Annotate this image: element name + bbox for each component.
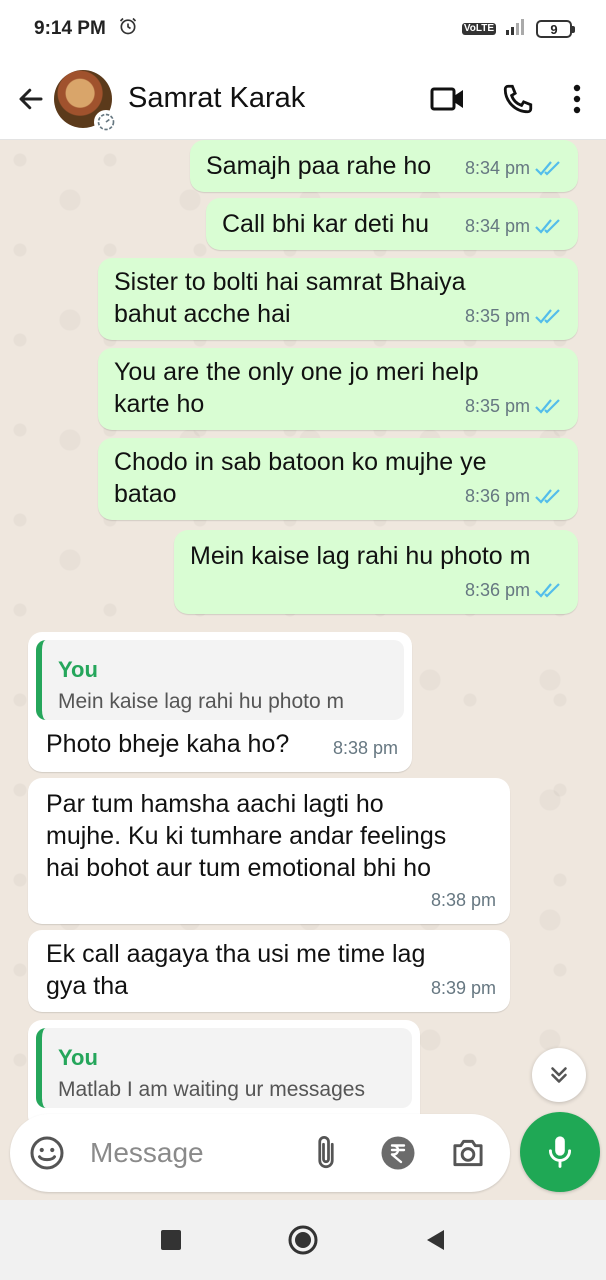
message-bubble-incoming[interactable]: You Matlab I am waiting ur messages (28, 1020, 420, 1120)
message-text: Samajh paa rahe ho (206, 152, 432, 180)
message-bubble-incoming[interactable]: Par tum hamsha aachi lagti ho mujhe. Ku … (28, 778, 510, 924)
quoted-author: You (58, 657, 98, 682)
voice-call-button[interactable] (492, 73, 544, 125)
scroll-to-bottom-button[interactable] (532, 1048, 586, 1102)
message-text: Mein kaise lag rahi hu photo m (190, 542, 531, 570)
message-text: mujhe. Ku ki tumhare andar feelings (46, 822, 447, 850)
rupee-icon (381, 1136, 415, 1170)
microphone-icon (548, 1136, 572, 1168)
quoted-text: Matlab I am waiting ur messages (58, 1078, 365, 1101)
back-button[interactable] (8, 76, 54, 122)
home-button[interactable] (283, 1220, 323, 1260)
back-nav-button[interactable] (415, 1220, 455, 1260)
battery-icon: 9 (536, 20, 575, 38)
camera-button[interactable] (446, 1131, 490, 1175)
double-check-icon (535, 219, 560, 234)
double-chevron-down-icon (551, 1067, 567, 1083)
message-time: 8:35 pm (464, 396, 530, 416)
recents-button[interactable] (151, 1220, 191, 1260)
message-bubble-outgoing[interactable]: Sister to bolti hai samrat Bhaiya bahut … (98, 258, 578, 340)
quoted-author: You (58, 1045, 98, 1070)
message-text: Call bhi kar deti hu (222, 210, 430, 238)
double-check-icon (535, 583, 560, 598)
message-text: Par tum hamsha aachi lagti ho (46, 790, 384, 818)
signal-icon (504, 17, 528, 41)
message-bubble-outgoing[interactable]: Chodo in sab batoon ko mujhe ye batao 8:… (98, 438, 578, 520)
status-time: 9:14 PM (34, 18, 106, 39)
double-check-icon (535, 309, 560, 324)
phone-icon (503, 84, 533, 113)
avatar[interactable] (54, 69, 118, 134)
message-compose-bar (10, 1114, 510, 1192)
contact-name[interactable]: Samrat Karak (128, 82, 422, 115)
system-nav-bar (0, 1200, 606, 1280)
kebab-menu-icon (573, 84, 581, 113)
paperclip-icon (318, 1136, 334, 1169)
message-bubble-outgoing[interactable]: You are the only one jo meri help karte … (98, 348, 578, 430)
triangle-back-icon (427, 1230, 444, 1250)
square-icon (161, 1230, 181, 1250)
double-check-icon (535, 161, 560, 176)
voice-record-button[interactable] (520, 1112, 600, 1192)
message-text: Sister to bolti hai samrat Bhaiya (114, 268, 466, 296)
message-bubble-outgoing[interactable]: Call bhi kar deti hu 8:34 pm (206, 198, 578, 250)
message-text: You are the only one jo meri help (114, 358, 479, 386)
emoji-button[interactable] (26, 1132, 68, 1174)
payment-button[interactable] (376, 1131, 420, 1175)
status-badge (94, 109, 118, 134)
quoted-message[interactable]: You Mein kaise lag rahi hu photo m (36, 640, 404, 720)
more-options-button[interactable] (562, 73, 592, 125)
message-time: 8:38 pm (332, 738, 398, 758)
quoted-message[interactable]: You Matlab I am waiting ur messages (36, 1028, 412, 1108)
battery-level: 9 (550, 21, 558, 37)
message-time: 8:36 pm (464, 580, 530, 600)
video-call-button[interactable] (422, 73, 474, 125)
message-text: hai bohot aur tum emotional bhi ho (46, 854, 431, 882)
double-check-icon (535, 399, 560, 414)
double-check-icon (535, 489, 560, 504)
message-text: gya tha (46, 972, 129, 1000)
arrow-left-icon (19, 88, 43, 109)
message-bubble-incoming[interactable]: You Mein kaise lag rahi hu photo m Photo… (28, 632, 412, 772)
message-text: Ek call aagaya tha usi me time lag (46, 940, 426, 968)
emoji-icon (30, 1136, 64, 1170)
message-text: Photo bheje kaha ho? (46, 730, 290, 758)
message-time: 8:34 pm (464, 158, 530, 178)
message-time: 8:38 pm (430, 890, 496, 910)
message-bubble-incoming[interactable]: Ek call aagaya tha usi me time lag gya t… (28, 930, 510, 1012)
volte-indicator: VoLTE (461, 23, 496, 35)
message-input[interactable] (90, 1137, 290, 1169)
attach-button[interactable] (304, 1131, 348, 1175)
chat-area[interactable]: Samajh paa rahe ho 8:34 pm Call bhi kar … (0, 140, 606, 1120)
message-bubble-outgoing[interactable]: Mein kaise lag rahi hu photo m 8:36 pm (174, 530, 578, 614)
status-bar: 9:14 PM VoLTE 9 (0, 0, 606, 58)
chat-header: Samrat Karak (0, 58, 606, 140)
message-text: karte ho (114, 390, 205, 418)
quoted-text: Mein kaise lag rahi hu photo m (58, 690, 344, 713)
message-time: 8:35 pm (464, 306, 530, 326)
video-camera-icon (430, 87, 463, 110)
message-time: 8:39 pm (430, 978, 496, 998)
circle-icon (288, 1225, 318, 1255)
timer-icon (97, 113, 115, 130)
message-text: Chodo in sab batoon ko mujhe ye (114, 448, 487, 476)
alarm-icon (118, 16, 138, 42)
message-time: 8:36 pm (464, 486, 530, 506)
message-bubble-outgoing[interactable]: Samajh paa rahe ho 8:34 pm (190, 140, 578, 192)
message-text: batao (114, 480, 177, 508)
message-text: bahut acche hai (114, 300, 291, 328)
message-time: 8:34 pm (464, 216, 530, 236)
camera-icon (453, 1139, 483, 1167)
